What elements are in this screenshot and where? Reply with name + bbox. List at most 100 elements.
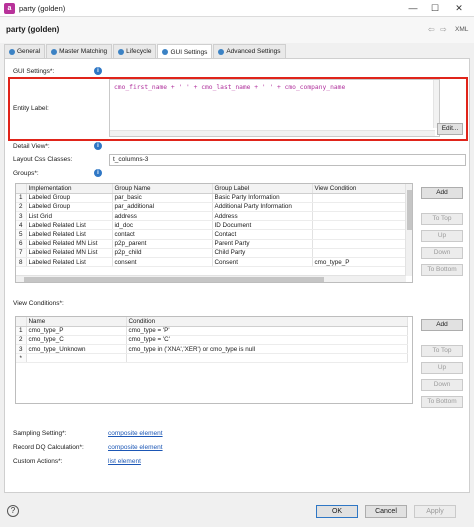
ok-button[interactable]: OK [316, 505, 358, 518]
column-header[interactable]: Implementation [26, 184, 113, 194]
sampling-setting-link[interactable]: composite element [108, 430, 163, 437]
tab-general[interactable]: General [4, 44, 46, 58]
table-cell[interactable] [126, 353, 408, 364]
table-cell[interactable]: p2p_child [112, 248, 213, 259]
condition-up-button[interactable]: Up [421, 362, 463, 374]
table-cell[interactable]: Address [212, 211, 313, 222]
table-cell[interactable] [312, 248, 408, 259]
group-to-bottom-button[interactable]: To Bottom [421, 264, 463, 276]
table-cell[interactable]: Consent [212, 257, 313, 268]
table-row[interactable]: 2 cmo_type_C cmo_type = 'C' [16, 335, 408, 346]
table-cell[interactable]: Additional Party Information [212, 202, 313, 213]
table-row[interactable]: 5 Labeled Related List contact Contact [16, 229, 408, 240]
table-row[interactable]: 3 cmo_type_Unknown cmo_type in ('XNA','XER… [16, 344, 408, 355]
scrollbar-thumb[interactable] [24, 277, 324, 282]
info-icon[interactable]: i [94, 67, 102, 75]
table-cell[interactable]: Parent Party [212, 239, 313, 249]
table-cell[interactable]: Labeled Group [26, 202, 113, 213]
table-row[interactable]: 8 Labeled Related List consent Consent cmo_t… [16, 257, 408, 268]
table-cell[interactable]: Labeled Related MN List [26, 248, 113, 259]
table-cell[interactable] [312, 193, 408, 203]
table-cell[interactable]: contact [112, 229, 213, 240]
table-row[interactable]: 1 Labeled Group par_basic Basic Party Infor… [16, 193, 408, 203]
table-row[interactable]: 7 Labeled Related MN List p2p_child Child P… [16, 248, 408, 259]
add-condition-button[interactable]: Add [421, 319, 463, 331]
table-cell[interactable]: List Grid [26, 211, 113, 222]
table-cell[interactable]: cmo_type_P [26, 326, 127, 336]
table-cell[interactable]: Child Party [212, 248, 313, 259]
scrollbar-vertical[interactable] [433, 80, 439, 128]
column-header[interactable]: Condition [126, 317, 408, 327]
column-header[interactable]: View Condition [312, 184, 408, 194]
table-row[interactable]: 2 Labeled Group par_additional Additional P… [16, 202, 408, 213]
groups-table[interactable]: Implementation Group Name Group Label Vi… [15, 183, 413, 283]
table-cell[interactable]: address [112, 211, 213, 222]
table-cell[interactable]: ID Document [212, 220, 313, 231]
back-arrow-icon[interactable]: ⇦ [428, 25, 435, 34]
condition-down-button[interactable]: Down [421, 379, 463, 391]
table-cell[interactable]: Contact [212, 229, 313, 240]
condition-to-top-button[interactable]: To Top [421, 345, 463, 357]
table-cell[interactable] [312, 229, 408, 240]
table-cell[interactable] [26, 353, 127, 364]
table-cell[interactable]: Labeled Related List [26, 229, 113, 240]
table-cell[interactable]: consent [112, 257, 213, 268]
column-header[interactable]: Group Name [112, 184, 213, 194]
info-icon[interactable]: i [94, 169, 102, 177]
help-icon[interactable]: ? [7, 505, 19, 517]
table-row[interactable]: 3 List Grid address Address [16, 211, 408, 222]
table-cell[interactable]: id_doc [112, 220, 213, 231]
tab-advanced-settings[interactable]: Advanced Settings [213, 44, 286, 58]
table-cell[interactable]: cmo_type = 'P' [126, 326, 408, 336]
table-cell[interactable]: p2p_parent [112, 239, 213, 249]
new-row[interactable]: * [16, 353, 408, 364]
table-row[interactable]: 1 cmo_type_P cmo_type = 'P' [16, 326, 408, 336]
scrollbar-thumb[interactable] [407, 190, 412, 230]
table-cell[interactable]: cmo_type = 'C' [126, 335, 408, 346]
close-button[interactable]: ✕ [452, 2, 466, 14]
group-up-button[interactable]: Up [421, 230, 463, 242]
table-cell[interactable] [312, 202, 408, 213]
layout-css-input[interactable]: t_columns-3 [109, 154, 466, 166]
minimize-button[interactable]: — [406, 2, 420, 14]
record-dq-link[interactable]: composite element [108, 444, 163, 451]
table-cell[interactable] [312, 220, 408, 231]
group-down-button[interactable]: Down [421, 247, 463, 259]
table-cell[interactable]: Labeled Group [26, 193, 113, 203]
tab-master-matching[interactable]: Master Matching [46, 44, 113, 58]
maximize-button[interactable]: ☐ [428, 2, 442, 14]
table-cell[interactable]: cmo_type_P [312, 257, 408, 268]
xml-toggle[interactable]: XML [455, 26, 468, 33]
table-cell[interactable] [312, 239, 408, 249]
table-cell[interactable]: cmo_type_Unknown [26, 344, 127, 355]
add-group-button[interactable]: Add [421, 187, 463, 199]
table-cell[interactable]: cmo_type in ('XNA','XER') or cmo_type is… [126, 344, 408, 355]
table-cell[interactable]: cmo_type_C [26, 335, 127, 346]
condition-to-bottom-button[interactable]: To Bottom [421, 396, 463, 408]
tab-gui-settings[interactable]: GUI Settings [157, 44, 213, 59]
scrollbar-horizontal[interactable] [110, 130, 435, 136]
table-row[interactable]: 6 Labeled Related MN List p2p_parent Parent… [16, 239, 408, 249]
entity-label-expression[interactable]: cmo_first_name + ' ' + cmo_last_name + '… [109, 79, 440, 137]
edit-button[interactable]: Edit... [437, 123, 463, 135]
scrollbar-vertical[interactable] [405, 184, 412, 276]
table-cell[interactable]: Labeled Related MN List [26, 239, 113, 249]
column-header[interactable]: Name [26, 317, 127, 327]
table-cell[interactable]: Labeled Related List [26, 220, 113, 231]
table-cell[interactable] [312, 211, 408, 222]
table-cell[interactable]: par_additional [112, 202, 213, 213]
info-icon[interactable]: i [94, 142, 102, 150]
view-conditions-table[interactable]: Name Condition 1 cmo_type_P cmo_type = 'P'… [15, 316, 413, 404]
group-to-top-button[interactable]: To Top [421, 213, 463, 225]
table-row[interactable]: 4 Labeled Related List id_doc ID Document [16, 220, 408, 231]
custom-actions-link[interactable]: list element [108, 458, 141, 465]
tab-lifecycle[interactable]: Lifecycle [113, 44, 157, 58]
table-cell[interactable]: par_basic [112, 193, 213, 203]
table-cell[interactable]: Labeled Related List [26, 257, 113, 268]
cancel-button[interactable]: Cancel [365, 505, 407, 518]
apply-button[interactable]: Apply [414, 505, 456, 518]
table-cell[interactable]: Basic Party Information [212, 193, 313, 203]
scrollbar-horizontal[interactable] [16, 275, 406, 282]
forward-arrow-icon[interactable]: ⇨ [440, 25, 447, 34]
column-header[interactable]: Group Label [212, 184, 313, 194]
